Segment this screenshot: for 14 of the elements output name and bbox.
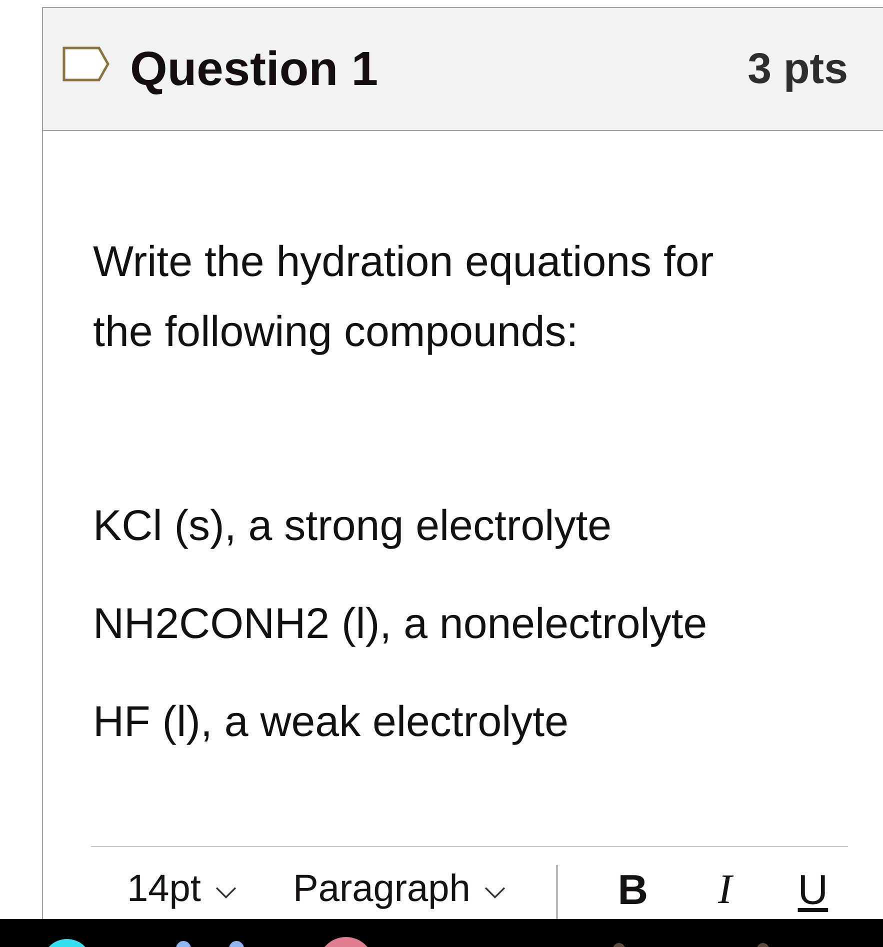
question-text: KCl (s), a strong electrolyte — [93, 501, 613, 552]
bold-button[interactable]: B — [612, 866, 653, 914]
question-text: Write the hydration equations for the following compounds: — [93, 237, 715, 358]
font-size-dropdown[interactable]: 14pt — [127, 868, 237, 911]
paragraph-format-dropdown[interactable]: Paragraph — [292, 868, 506, 911]
italic-button[interactable]: I — [704, 866, 745, 914]
question-title: Question 1 — [130, 42, 378, 96]
chevron-down-icon — [484, 886, 506, 898]
question-text: HF (l), a weak electrolyte — [93, 697, 570, 748]
flag-icon[interactable] — [62, 46, 110, 82]
underline-button[interactable]: U — [792, 866, 833, 914]
points-label: 3 pts — [748, 44, 848, 94]
question-text: NH2CONH2 (l), a nonelectrolyte — [93, 599, 708, 650]
chevron-down-icon — [214, 886, 237, 898]
